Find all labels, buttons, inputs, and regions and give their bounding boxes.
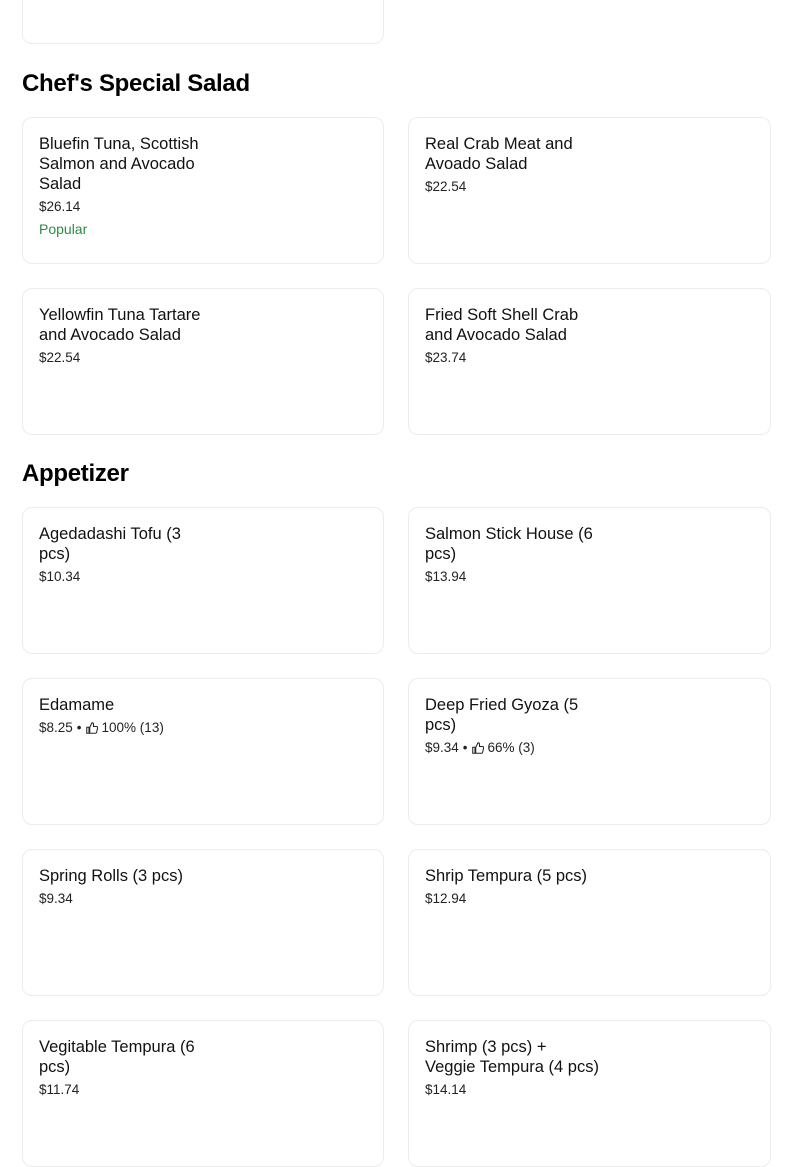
separator-dot: • — [462, 740, 468, 755]
item-meta: $13.94 — [425, 569, 754, 585]
menu-item-card[interactable]: Deep Fried Gyoza (5 pcs) $9.34 • 66% (3) — [408, 678, 771, 825]
menu-item-card[interactable]: Shrip Tempura (5 pcs) $12.94 — [408, 849, 771, 996]
separator-dot: • — [76, 720, 82, 735]
item-price: $9.34 — [425, 740, 459, 755]
item-price: $9.34 — [39, 891, 73, 906]
item-price: $22.54 — [425, 179, 467, 194]
menu-item-card[interactable]: Bluefin Tuna, Scottish Salmon and Avocad… — [22, 117, 384, 264]
item-meta: $8.25 • 100% (13) — [39, 720, 367, 736]
item-name: Fried Soft Shell Crab and Avocado Salad — [425, 306, 579, 344]
thumbs-up-icon — [85, 722, 98, 734]
menu-item-card[interactable]: Shrimp (3 pcs) + Veggie Tempura (4 pcs) … — [408, 1020, 771, 1167]
section-title: Chef's Special Salad — [22, 70, 250, 97]
item-meta: $22.54 — [39, 350, 367, 366]
menu-item-card[interactable]: Salmon Stick House (6 pcs) $13.94 — [408, 507, 771, 654]
item-name: Shrimp (3 pcs) + Veggie Tempura (4 pcs) — [425, 1038, 599, 1076]
item-price: $23.74 — [425, 350, 467, 365]
item-price: $22.54 — [39, 350, 81, 365]
popular-badge: Popular — [39, 221, 88, 237]
item-price: $13.94 — [425, 569, 467, 584]
item-price: $12.94 — [425, 891, 467, 906]
item-name: Yellowfin Tuna Tartare and Avocado Salad — [39, 306, 201, 344]
item-meta: $22.54 — [425, 179, 754, 195]
menu-item-card[interactable]: Vegitable Tempura (6 pcs) $11.74 — [22, 1020, 384, 1167]
item-name: Spring Rolls (3 pcs) — [39, 867, 183, 885]
item-meta: $14.14 — [425, 1082, 754, 1098]
menu-item-card[interactable]: Edamame $8.25 • 100% (13) — [22, 678, 384, 825]
item-meta: $26.14 — [39, 199, 367, 215]
rating-text: 100% (13) — [101, 720, 164, 735]
item-meta: $23.74 — [425, 350, 754, 366]
item-meta: $12.94 — [425, 891, 754, 907]
menu-item-card[interactable]: Fried Soft Shell Crab and Avocado Salad … — [408, 288, 771, 435]
menu-item-card[interactable]: Real Crab Meat and Avoado Salad $22.54 — [408, 117, 771, 264]
item-price: $14.14 — [425, 1082, 467, 1097]
menu-item-card[interactable]: Yellowfin Tuna Tartare and Avocado Salad… — [22, 288, 384, 435]
item-price: $11.74 — [39, 1082, 80, 1097]
rating-text: 66% (3) — [487, 740, 535, 755]
item-name: Shrip Tempura (5 pcs) — [425, 867, 588, 885]
item-price: $8.25 — [39, 720, 73, 735]
item-name: Bluefin Tuna, Scottish Salmon and Avocad… — [39, 135, 199, 193]
menu-item-card[interactable]: Spring Rolls (3 pcs) $9.34 — [22, 849, 384, 996]
item-name: Vegitable Tempura (6 pcs) — [39, 1038, 195, 1076]
item-name: Agedadashi Tofu (3 pcs) — [39, 525, 181, 563]
item-meta: $11.74 — [39, 1082, 367, 1098]
item-meta: $9.34 — [39, 891, 367, 907]
item-name: Real Crab Meat and Avoado Salad — [425, 135, 573, 173]
item-meta: $9.34 • 66% (3) — [425, 740, 754, 756]
item-name: Deep Fried Gyoza (5 pcs) — [425, 696, 579, 734]
thumbs-up-icon — [471, 742, 484, 754]
menu-item-card-partial[interactable] — [22, 0, 384, 44]
item-price: $10.34 — [39, 569, 81, 584]
item-price: $26.14 — [39, 199, 81, 214]
item-name: Salmon Stick House (6 pcs) — [425, 525, 593, 563]
item-meta: $10.34 — [39, 569, 367, 585]
menu-item-card[interactable]: Agedadashi Tofu (3 pcs) $10.34 — [22, 507, 384, 654]
section-title: Appetizer — [22, 460, 129, 487]
item-name: Edamame — [39, 696, 115, 714]
